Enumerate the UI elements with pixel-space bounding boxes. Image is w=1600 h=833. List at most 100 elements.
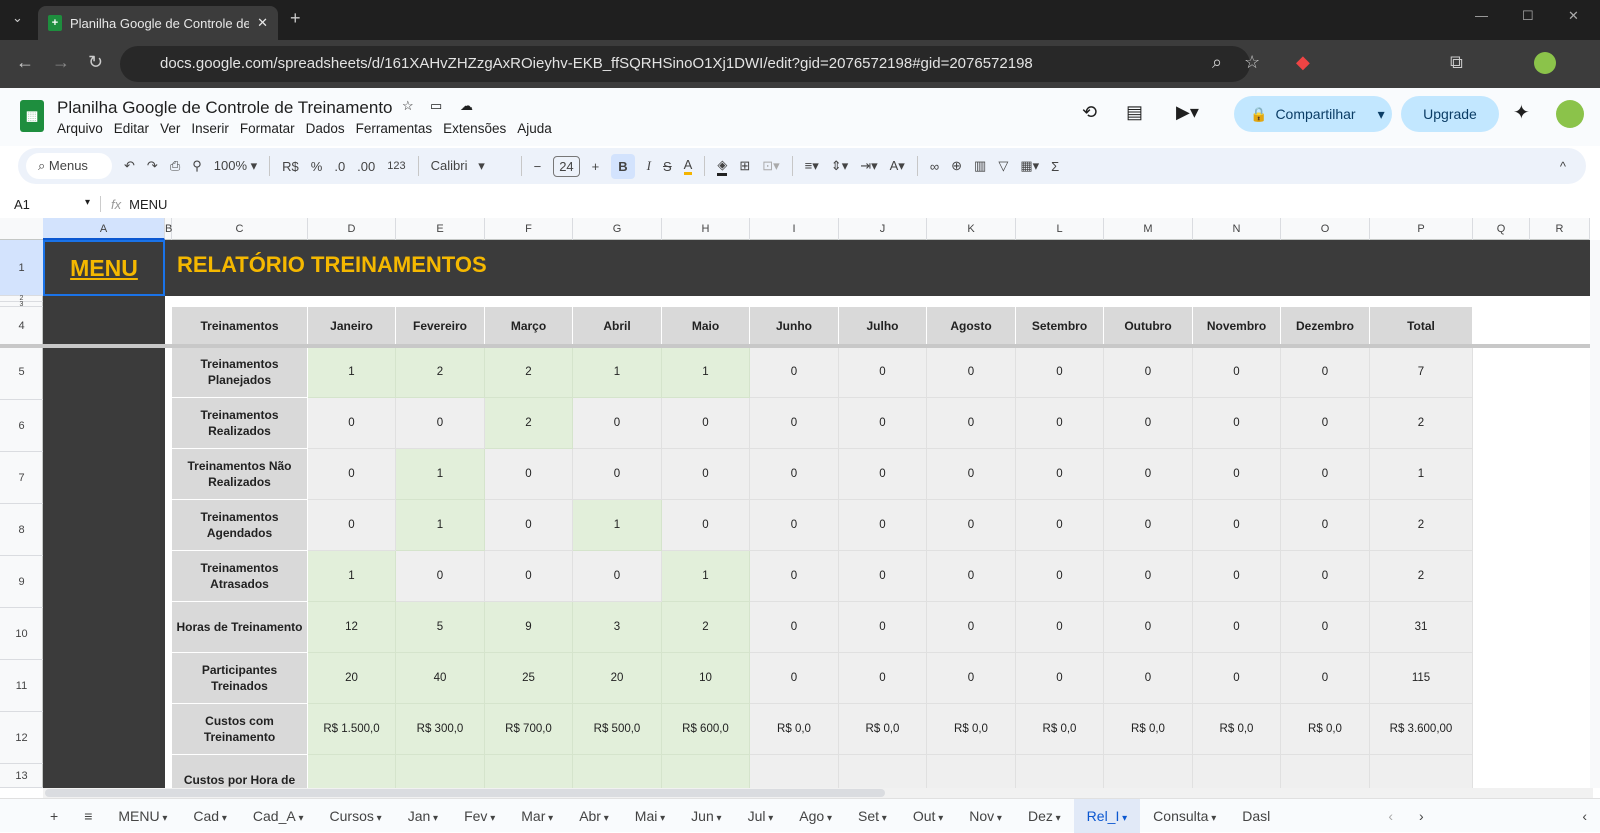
- table-cell[interactable]: [662, 755, 750, 788]
- table-cell[interactable]: 0: [750, 500, 839, 551]
- table-cell[interactable]: 0: [1281, 500, 1370, 551]
- table-header-cell[interactable]: Abril: [573, 307, 662, 345]
- table-cell[interactable]: 0: [839, 347, 927, 398]
- table-cell[interactable]: 0: [839, 602, 927, 653]
- table-cell[interactable]: 1: [1370, 449, 1473, 500]
- sheet-tab-dropdown-icon[interactable]: ▾: [657, 813, 665, 824]
- table-cell[interactable]: 2: [662, 602, 750, 653]
- table-header-cell[interactable]: Treinamentos: [172, 307, 308, 345]
- table-header-cell[interactable]: Novembro: [1193, 307, 1281, 345]
- table-cell[interactable]: 0: [839, 449, 927, 500]
- table-cell[interactable]: 0: [750, 602, 839, 653]
- row-header-6[interactable]: 6: [0, 400, 43, 452]
- table-cell[interactable]: 0: [485, 551, 573, 602]
- column-header-A[interactable]: A: [43, 218, 165, 240]
- text-wrapping-icon[interactable]: ⇥▾: [860, 158, 877, 174]
- sheet-tab-dropdown-icon[interactable]: ▾: [765, 813, 773, 824]
- reload-icon[interactable]: ↻: [88, 52, 103, 73]
- table-cell[interactable]: 1: [573, 347, 662, 398]
- table-cell[interactable]: 115: [1370, 653, 1473, 704]
- table-cell[interactable]: 1: [396, 449, 485, 500]
- document-title[interactable]: Planilha Google de Controle de Treinamen…: [57, 98, 393, 118]
- sheet-tab-dropdown-icon[interactable]: ▾: [296, 813, 303, 824]
- table-header-cell[interactable]: Julho: [839, 307, 927, 345]
- table-cell[interactable]: [308, 755, 396, 788]
- table-cell[interactable]: 0: [1104, 602, 1193, 653]
- table-cell[interactable]: 20: [573, 653, 662, 704]
- table-cell[interactable]: R$ 0,0: [1193, 704, 1281, 755]
- account-avatar[interactable]: [1556, 100, 1584, 128]
- sheet-tab-fev[interactable]: Fev ▾: [451, 799, 508, 833]
- column-header-P[interactable]: P: [1370, 218, 1473, 240]
- menu-arquivo[interactable]: Arquivo: [57, 121, 103, 136]
- table-cell[interactable]: R$ 700,0: [485, 704, 573, 755]
- sheet-tab-dropdown-icon[interactable]: ▾: [1053, 813, 1061, 824]
- sheet-tab-jul[interactable]: Jul ▾: [735, 799, 787, 833]
- table-cell[interactable]: R$ 600,0: [662, 704, 750, 755]
- table-header-cell[interactable]: Total: [1370, 307, 1473, 345]
- side-panel-toggle-icon[interactable]: ‹: [1569, 799, 1600, 833]
- table-cell[interactable]: [1370, 755, 1473, 788]
- table-cell[interactable]: 0: [573, 398, 662, 449]
- column-header-O[interactable]: O: [1281, 218, 1370, 240]
- table-header-cell[interactable]: Janeiro: [308, 307, 396, 345]
- table-cell[interactable]: 0: [308, 500, 396, 551]
- menu-editar[interactable]: Editar: [114, 121, 149, 136]
- menu-link-cell[interactable]: MENU: [43, 240, 165, 296]
- table-cell[interactable]: 9: [485, 602, 573, 653]
- table-cell[interactable]: 2: [396, 347, 485, 398]
- table-cell[interactable]: 0: [839, 500, 927, 551]
- sheet-tab-jun[interactable]: Jun ▾: [678, 799, 734, 833]
- horizontal-scroll-thumb[interactable]: [45, 789, 885, 797]
- table-cell[interactable]: 0: [1281, 653, 1370, 704]
- share-dropdown-icon[interactable]: ▾: [1378, 106, 1385, 123]
- table-cell[interactable]: [839, 755, 927, 788]
- sheet-tab-mar[interactable]: Mar ▾: [508, 799, 566, 833]
- table-cell[interactable]: 1: [396, 500, 485, 551]
- profile-avatar[interactable]: [1534, 52, 1556, 74]
- table-cell[interactable]: 0: [308, 398, 396, 449]
- print-icon[interactable]: ⎙: [170, 158, 180, 174]
- table-cell[interactable]: 0: [396, 551, 485, 602]
- frozen-rows-divider[interactable]: [0, 344, 1590, 348]
- row-header-7[interactable]: 7: [0, 452, 43, 504]
- upgrade-button[interactable]: Upgrade: [1401, 96, 1499, 132]
- paint-format-icon[interactable]: ⚲: [192, 158, 202, 174]
- table-cell[interactable]: 0: [1016, 551, 1104, 602]
- star-icon[interactable]: ☆: [402, 98, 414, 114]
- table-cell[interactable]: 2: [1370, 551, 1473, 602]
- table-cell[interactable]: R$ 500,0: [573, 704, 662, 755]
- table-cell[interactable]: 0: [1016, 347, 1104, 398]
- row-header-8[interactable]: 8: [0, 504, 43, 556]
- column-header-B[interactable]: B: [165, 218, 172, 240]
- table-cell[interactable]: [1281, 755, 1370, 788]
- extension-icon[interactable]: ◆: [1296, 52, 1310, 73]
- gemini-icon[interactable]: ✦: [1513, 100, 1530, 125]
- table-cell[interactable]: 0: [750, 347, 839, 398]
- merge-cells-icon[interactable]: ⊡▾: [762, 158, 779, 174]
- row-label[interactable]: Custos com Treinamento: [172, 704, 308, 755]
- table-cell[interactable]: 1: [662, 347, 750, 398]
- table-cell[interactable]: 1: [573, 500, 662, 551]
- undo-icon[interactable]: ↶: [124, 158, 135, 174]
- sheet-tab-dropdown-icon[interactable]: ▾: [1208, 813, 1216, 824]
- menu-ajuda[interactable]: Ajuda: [517, 121, 552, 136]
- sheet-tab-set[interactable]: Set ▾: [845, 799, 900, 833]
- filter-views-icon[interactable]: ▦▾: [1020, 158, 1039, 174]
- cloud-status-icon[interactable]: ☁: [460, 98, 473, 114]
- row-label[interactable]: Participantes Treinados: [172, 653, 308, 704]
- sheet-tab-dropdown-icon[interactable]: ▾: [1119, 813, 1127, 824]
- table-cell[interactable]: 0: [839, 551, 927, 602]
- more-formats-button[interactable]: 123: [387, 160, 405, 172]
- table-cell[interactable]: R$ 3.600,00: [1370, 704, 1473, 755]
- tab-list-icon[interactable]: ⌄: [12, 10, 23, 26]
- vertical-align-icon[interactable]: ⇕▾: [831, 158, 848, 174]
- table-cell[interactable]: 2: [485, 347, 573, 398]
- table-cell[interactable]: 0: [839, 653, 927, 704]
- column-header-Q[interactable]: Q: [1473, 218, 1530, 240]
- table-cell[interactable]: 0: [396, 398, 485, 449]
- sheet-tab-cursos[interactable]: Cursos ▾: [317, 799, 395, 833]
- text-color-icon[interactable]: A: [683, 157, 693, 175]
- table-cell[interactable]: 0: [1016, 449, 1104, 500]
- sheet-tab-cad_a[interactable]: Cad_A ▾: [240, 799, 317, 833]
